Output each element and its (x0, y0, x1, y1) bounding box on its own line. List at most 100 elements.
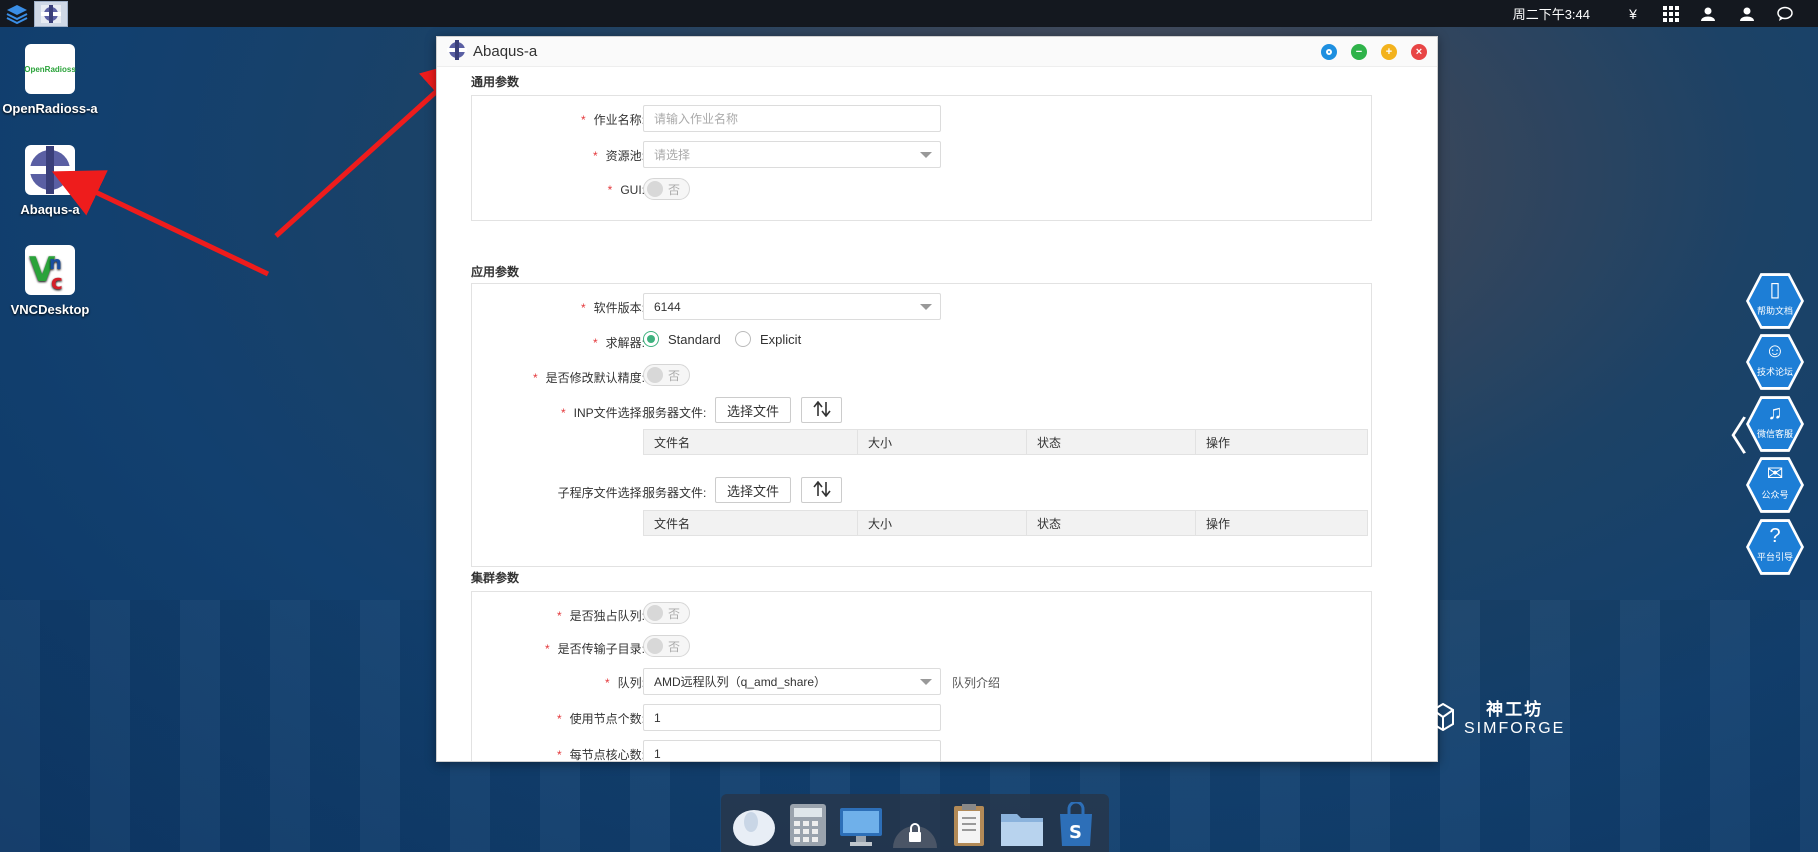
monitor-icon[interactable] (837, 798, 885, 848)
chevron-down-icon (920, 152, 932, 158)
side-forum-button[interactable]: ☺ 技术论坛 (1746, 334, 1804, 390)
nodes-label: * 使用节点个数: (556, 712, 645, 726)
close-button[interactable]: × (1411, 43, 1427, 60)
inp-file-table-header: 文件名 大小 状态 操作 (643, 429, 1368, 455)
cube-logo-icon (1432, 702, 1454, 731)
folder-icon[interactable] (998, 798, 1046, 848)
solver-radio-standard[interactable]: Standard (643, 331, 721, 347)
queue-select[interactable]: AMD远程队列（q_amd_share） (643, 668, 941, 695)
gui-label: * GUI: (607, 183, 645, 197)
precision-toggle[interactable]: 否 (643, 364, 690, 386)
chat-bubbles-icon: ✉ (1766, 463, 1784, 485)
inp-label: * INP文件选择: (560, 406, 645, 420)
user-icon[interactable] (1728, 6, 1766, 22)
side-official-account-button[interactable]: ✉ 公众号 (1746, 457, 1804, 513)
sort-arrows-icon (812, 400, 831, 420)
transfer-label: * 是否传输子目录: (544, 642, 645, 656)
column-size: 大小 (858, 511, 1027, 535)
grid-icon[interactable] (1652, 5, 1690, 22)
maximize-button[interactable]: + (1381, 43, 1397, 60)
svg-text:c: c (51, 270, 63, 293)
inp-upload-button[interactable] (801, 397, 842, 423)
sub-choose-file-button[interactable]: 选择文件 (715, 477, 791, 503)
version-select[interactable]: 6144 (643, 293, 941, 320)
section-title-app: 应用参数 (471, 265, 520, 279)
arrow-to-desktop-icon (51, 170, 270, 277)
nodes-input[interactable]: 1 (643, 704, 941, 731)
abaqus-logo-icon (25, 145, 75, 195)
store-bag-icon[interactable]: S (1052, 798, 1100, 848)
minimize-button[interactable]: − (1351, 43, 1367, 60)
column-status: 状态 (1027, 511, 1196, 535)
solver-label: * 求解器: (592, 336, 645, 350)
precision-label: * 是否修改默认精度: (532, 371, 645, 385)
transfer-toggle[interactable]: 否 (643, 635, 690, 657)
inp-server-file-label: 服务器文件: (643, 406, 707, 420)
taskbar: 周二下午3:44 ¥ (0, 0, 1818, 27)
column-size: 大小 (858, 430, 1027, 454)
chevron-left-icon[interactable]: 〈 (1708, 404, 1748, 462)
column-action: 操作 (1206, 516, 1231, 531)
subroutine-label: 子程序文件选择: (557, 486, 645, 500)
svg-text:S: S (1069, 822, 1082, 843)
desktop-icon-abaqus[interactable]: Abaqus-a (2, 145, 98, 218)
mouse-icon[interactable] (730, 798, 778, 848)
section-title-general: 通用参数 (471, 75, 520, 89)
question-icon: ? (1769, 525, 1781, 547)
cores-label: * 每节点核心数: (556, 748, 645, 761)
side-help-docs-button[interactable]: ▯ 帮助文档 (1746, 273, 1804, 329)
job-name-input[interactable]: 请输入作业名称 (643, 105, 941, 132)
vnc-logo-icon: Vnc (25, 245, 75, 295)
app-menu-icon[interactable] (0, 1, 34, 27)
inp-choose-file-button[interactable]: 选择文件 (715, 397, 791, 423)
sort-arrows-icon (812, 480, 831, 500)
currency-icon[interactable]: ¥ (1614, 6, 1652, 22)
brand-cn: 神工坊 (1486, 700, 1544, 719)
simforge-brand: 神工坊 SIMFORGE (1432, 695, 1565, 738)
gui-toggle[interactable]: 否 (643, 178, 690, 200)
exclusive-toggle[interactable]: 否 (643, 602, 690, 624)
target-icon[interactable] (1321, 43, 1337, 60)
chevron-down-icon (920, 679, 932, 685)
pool-select[interactable]: 请选择 (643, 141, 941, 168)
desktop-icon-label: VNCDesktop (10, 302, 90, 317)
message-icon[interactable] (1766, 6, 1804, 22)
desktop-icon-label: Abaqus-a (20, 202, 80, 217)
openradioss-logo-icon: OpenRadioss (24, 44, 76, 94)
side-platform-guide-button[interactable]: ? 平台引导 (1746, 519, 1804, 575)
clock: 周二下午3:44 (1512, 7, 1590, 22)
clipboard-icon[interactable] (945, 798, 993, 848)
queue-label: * 队列: (604, 676, 645, 690)
queue-intro-link[interactable]: 队列介绍 (952, 674, 1000, 691)
chevron-down-icon (920, 304, 932, 310)
section-title-cluster: 集群参数 (471, 571, 520, 585)
lock-icon[interactable] (891, 798, 939, 848)
column-action: 操作 (1206, 435, 1231, 450)
desktop-icon-label: OpenRadioss-a (2, 101, 98, 116)
window-titlebar[interactable]: Abaqus-a − + × (437, 37, 1437, 67)
pool-label: * 资源池: (592, 149, 645, 163)
arrow-to-window-title (274, 58, 473, 238)
sub-server-file-label: 服务器文件: (643, 486, 707, 500)
job-name-label: * 作业名称: (580, 113, 645, 127)
desktop-icon-vncdesktop[interactable]: Vnc VNCDesktop (2, 245, 98, 318)
version-label: * 软件版本: (580, 301, 645, 315)
calculator-icon[interactable] (784, 798, 832, 848)
window-title: Abaqus-a (473, 43, 538, 60)
sub-file-table-header: 文件名 大小 状态 操作 (643, 510, 1368, 536)
book-icon: ▯ (1769, 279, 1781, 301)
headset-icon: ♫ (1767, 402, 1783, 424)
abaqus-task-icon[interactable] (34, 0, 68, 27)
side-wechat-service-button[interactable]: ♫ 微信客服 (1746, 396, 1804, 452)
mascot-icon: ☺ (1764, 340, 1786, 362)
abaqus-window: Abaqus-a − + × 通用参数 * 作业名称: 请输入作业名称 * 资源池:… (436, 36, 1438, 762)
cores-input[interactable]: 1 (643, 740, 941, 761)
solver-radio-explicit[interactable]: Explicit (735, 331, 801, 347)
dock: S (721, 794, 1109, 852)
user-settings-icon[interactable] (1690, 6, 1728, 22)
exclusive-label: * 是否独占队列: (556, 609, 645, 623)
abaqus-app-icon (447, 40, 467, 63)
column-filename: 文件名 (644, 511, 858, 535)
sub-upload-button[interactable] (801, 477, 842, 503)
desktop-icon-openradioss[interactable]: OpenRadioss OpenRadioss-a (2, 44, 98, 117)
